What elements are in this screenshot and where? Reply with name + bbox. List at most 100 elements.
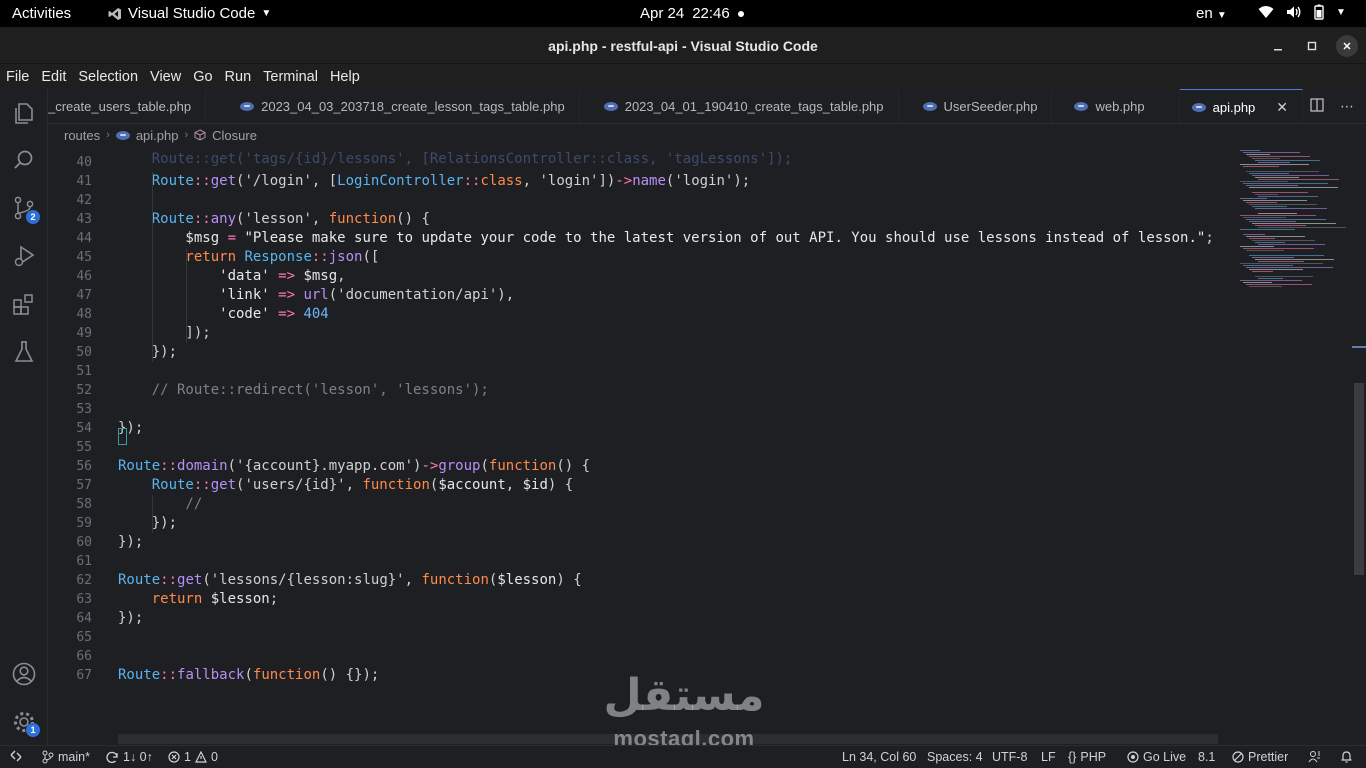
code-line[interactable]: 49 ]); — [48, 324, 1228, 343]
tab-create-users-table[interactable]: _create_users_table.php — [48, 89, 207, 123]
code-line[interactable]: 50 }); — [48, 343, 1228, 362]
code-line[interactable]: 52 // Route::redirect('lesson', 'lessons… — [48, 381, 1228, 400]
minimap-line — [1246, 202, 1277, 203]
line-number: 46 — [76, 269, 92, 284]
tab-user-seeder[interactable]: UserSeeder.php — [899, 89, 1053, 123]
minimap-line — [1240, 280, 1302, 281]
tab-create-lesson-tags-table[interactable]: 2023_04_03_203718_create_lesson_tags_tab… — [206, 89, 580, 123]
code-token: ; — [269, 591, 279, 607]
git-branch[interactable]: main* — [42, 750, 90, 764]
code-line[interactable]: 62 Route::get('lessons/{lesson:slug}', fu… — [48, 571, 1228, 590]
code-line[interactable]: 58 // — [48, 495, 1228, 514]
code-line[interactable]: 61 — [48, 552, 1228, 571]
minimap-line — [1240, 263, 1323, 264]
account-icon[interactable] — [11, 661, 37, 687]
code-token: -> — [421, 458, 439, 474]
run-debug-icon[interactable] — [11, 243, 37, 269]
app-menu[interactable]: Visual Studio Code ▼ — [108, 5, 271, 22]
split-editor-icon[interactable] — [1310, 98, 1324, 112]
prettier-status[interactable]: Prettier — [1232, 750, 1288, 764]
more-actions-icon[interactable]: ⋯ — [1340, 98, 1354, 115]
code-line[interactable]: 63 return $lesson; — [48, 590, 1228, 609]
code-line[interactable]: 56 Route::domain('{account}.myapp.com')->… — [48, 457, 1228, 476]
git-sync[interactable]: 1↓ 0↑ — [106, 750, 153, 764]
code-line[interactable]: 59 }); — [48, 514, 1228, 533]
php-file-icon — [115, 130, 130, 140]
code-token: $account — [438, 477, 506, 493]
activities-button[interactable]: Activities — [12, 5, 71, 22]
code-line[interactable]: 65 — [48, 628, 1228, 647]
code-line[interactable]: 43 Route::any('lesson', function() { — [48, 210, 1228, 229]
code-line[interactable]: 41 Route::get('/login', [LoginController… — [48, 172, 1228, 191]
php-version[interactable]: 8.1 — [1198, 750, 1215, 764]
problems-indicator[interactable]: 1 0 — [168, 750, 218, 764]
input-language[interactable]: en ▼ — [1196, 5, 1227, 22]
minimap-line — [1258, 227, 1346, 228]
maximize-button[interactable] — [1302, 36, 1322, 56]
vscode-icon — [108, 7, 121, 20]
code-token: :: — [160, 667, 178, 683]
menu-selection[interactable]: Selection — [78, 69, 144, 85]
code-line[interactable]: 46 'data' => $msg, — [48, 267, 1228, 286]
breadcrumb-folder[interactable]: routes — [64, 128, 100, 143]
code-line[interactable]: 57 Route::get('users/{id}', function($ac… — [48, 476, 1228, 495]
cursor-position[interactable]: Ln 34, Col 60 — [842, 750, 916, 764]
explorer-icon[interactable] — [11, 100, 37, 126]
code-line[interactable]: 66 — [48, 647, 1228, 666]
code-line[interactable]: 60}); — [48, 533, 1228, 552]
minimap-line — [1240, 229, 1295, 230]
language-mode[interactable]: {} PHP — [1068, 750, 1106, 764]
breadcrumb-symbol[interactable]: Closure — [212, 128, 257, 143]
code-token: 'data' — [118, 268, 279, 284]
line-number: 47 — [76, 288, 92, 303]
code-line[interactable]: 47 'link' => url('documentation/api'), — [48, 286, 1228, 305]
code-line[interactable]: 64}); — [48, 609, 1228, 628]
go-live-button[interactable]: Go Live — [1127, 750, 1186, 764]
code-line[interactable]: 45 return Response::json([ — [48, 248, 1228, 267]
code-line[interactable]: 44 $msg = "Please make sure to update yo… — [48, 229, 1228, 248]
line-number: 49 — [76, 326, 92, 341]
notifications-bell-icon[interactable] — [1340, 750, 1353, 763]
code-line[interactable]: 48 'code' => 404 — [48, 305, 1228, 324]
code-line[interactable]: 40 — [48, 153, 1228, 172]
testing-flask-icon[interactable] — [11, 339, 37, 365]
code-line[interactable]: 51 — [48, 362, 1228, 381]
tab-create-tags-table[interactable]: 2023_04_01_190410_create_tags_table.php — [580, 89, 899, 123]
minimap-line — [1243, 234, 1265, 235]
encoding[interactable]: UTF-8 — [992, 750, 1027, 764]
search-icon[interactable] — [11, 147, 37, 173]
code-editor[interactable]: Route::get('tags/{id}/lessons', [Relatio… — [48, 146, 1228, 745]
code-line[interactable]: 54}); — [48, 419, 1228, 438]
menu-run[interactable]: Run — [225, 69, 258, 85]
scrollbar-thumb[interactable] — [1354, 383, 1364, 575]
menu-file[interactable]: File — [6, 69, 35, 85]
line-number: 60 — [76, 535, 92, 550]
feedback-icon[interactable] — [1308, 750, 1321, 763]
menu-go[interactable]: Go — [193, 69, 218, 85]
remote-indicator[interactable] — [10, 750, 22, 762]
minimap[interactable] — [1228, 146, 1352, 745]
minimize-button[interactable] — [1268, 36, 1288, 56]
clock[interactable]: Apr 24 22:46 — [640, 5, 744, 22]
code-line[interactable]: 42 — [48, 191, 1228, 210]
menu-view[interactable]: View — [150, 69, 187, 85]
tab-web[interactable]: web.php — [1052, 89, 1180, 123]
line-number: 43 — [76, 212, 92, 227]
menu-help[interactable]: Help — [330, 69, 366, 85]
tab-api[interactable]: api.php ✕ — [1179, 89, 1304, 123]
end-of-line[interactable]: LF — [1041, 750, 1056, 764]
code-line[interactable]: 53 — [48, 400, 1228, 419]
indentation[interactable]: Spaces: 4 — [927, 750, 983, 764]
code-line[interactable]: 55 — [48, 438, 1228, 457]
menu-edit[interactable]: Edit — [41, 69, 72, 85]
code-token: Route — [118, 211, 194, 227]
menu-terminal[interactable]: Terminal — [263, 69, 324, 85]
extensions-icon[interactable] — [11, 291, 37, 317]
code-token: => — [278, 306, 296, 322]
code-token: :: — [311, 249, 329, 265]
breadcrumb-file[interactable]: api.php — [136, 128, 179, 143]
close-window-button[interactable] — [1336, 35, 1358, 57]
close-tab-icon[interactable]: ✕ — [1276, 99, 1288, 116]
system-tray[interactable]: ▼ — [1258, 4, 1346, 20]
vertical-scrollbar[interactable] — [1352, 146, 1366, 745]
